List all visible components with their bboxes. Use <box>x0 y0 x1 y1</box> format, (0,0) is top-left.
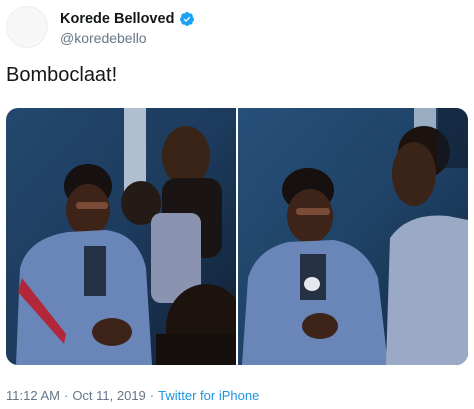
tweet-card: Korede Belloved @koredebello Bomboclaat! <box>0 0 474 409</box>
photo-left[interactable] <box>6 108 236 365</box>
display-name[interactable]: Korede Belloved <box>60 11 174 27</box>
user-handle[interactable]: @koredebello <box>60 30 147 46</box>
verified-badge-icon <box>179 11 195 27</box>
meta-separator: · <box>149 388 155 403</box>
meta-separator: · <box>63 388 69 403</box>
tweet-date[interactable]: Oct 11, 2019 <box>72 388 145 403</box>
tweet-meta: 11:12 AM · Oct 11, 2019 · Twitter for iP… <box>6 388 259 403</box>
name-row: Korede Belloved <box>60 11 195 27</box>
tweet-source-link[interactable]: Twitter for iPhone <box>158 388 259 403</box>
tweet-text: Bomboclaat! <box>6 64 118 86</box>
media-grid <box>6 108 468 365</box>
tweet-header: Korede Belloved @koredebello <box>0 0 474 52</box>
tweet-time[interactable]: 11:12 AM <box>6 388 60 403</box>
avatar[interactable] <box>6 6 48 48</box>
photo-right[interactable] <box>238 108 468 365</box>
